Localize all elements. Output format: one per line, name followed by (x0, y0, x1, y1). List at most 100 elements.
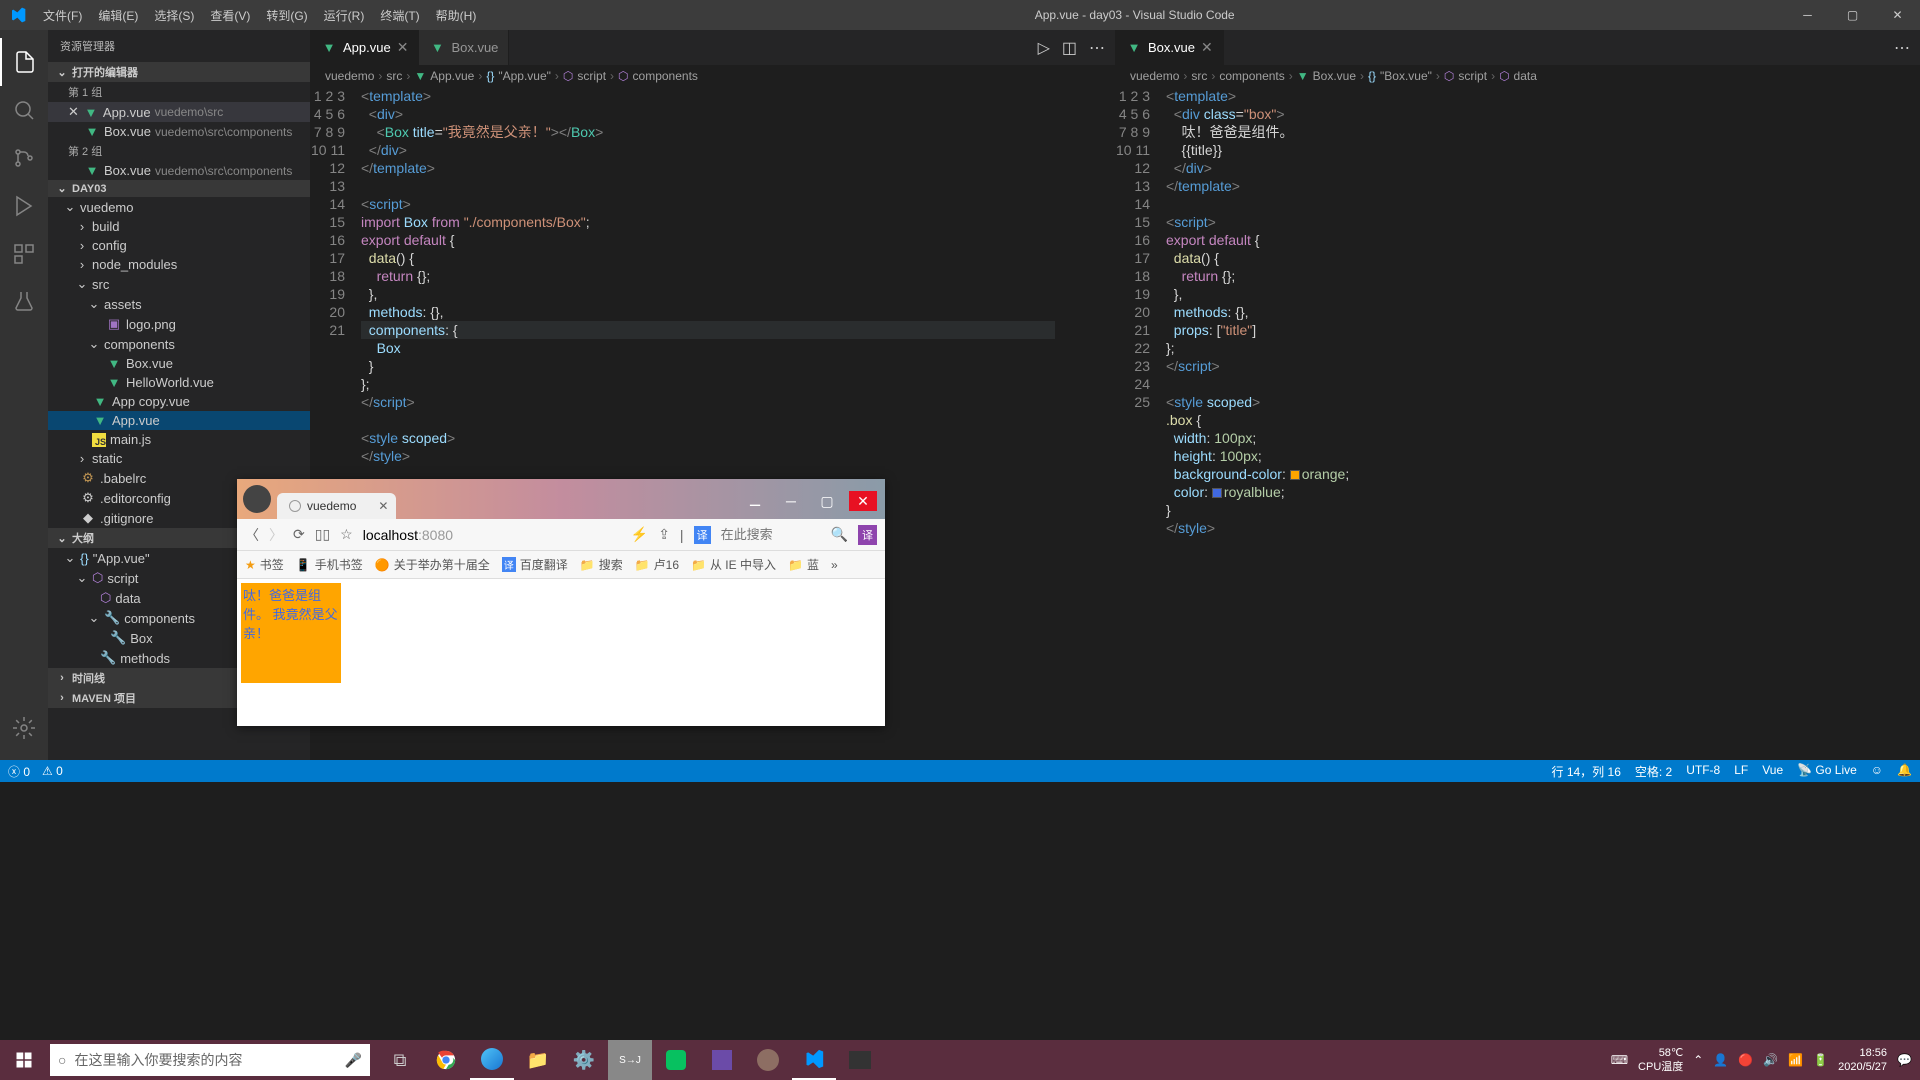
source-control-icon[interactable] (0, 134, 48, 182)
menu-terminal[interactable]: 终端(T) (372, 7, 427, 24)
menu-go[interactable]: 转到(G) (258, 7, 315, 24)
file-main-js[interactable]: JSmain.js (48, 430, 310, 449)
menu-selection[interactable]: 选择(S) (146, 7, 202, 24)
more-icon[interactable]: ⋯ (1894, 38, 1910, 58)
status-language[interactable]: Vue (1762, 763, 1783, 780)
menu-view[interactable]: 查看(V) (202, 7, 258, 24)
mic-icon[interactable]: 🎤 (345, 1052, 362, 1069)
taskbar-app1-icon[interactable]: S→J (608, 1040, 652, 1080)
share-icon[interactable]: ⇪ (658, 526, 670, 543)
browser-favorite-icon[interactable]: ☆ (340, 526, 353, 543)
bookmark-search[interactable]: 📁搜索 (580, 556, 623, 573)
bookmark-lu16[interactable]: 📁卢16 (635, 556, 679, 573)
menu-file[interactable]: 文件(F) (35, 7, 90, 24)
browser-url[interactable]: localhost:8080 (363, 527, 621, 543)
file-app-copy-vue[interactable]: ▼App copy.vue (48, 392, 310, 411)
start-button[interactable] (0, 1040, 48, 1080)
bookmark-blue[interactable]: 📁蓝 (788, 556, 819, 573)
bookmark-contest[interactable]: 🟠关于举办第十届全 (375, 556, 490, 573)
tab-box-vue-2[interactable]: ▼Box.vue✕ (1116, 30, 1224, 65)
taskbar-wechat-icon[interactable] (654, 1040, 698, 1080)
task-view-icon[interactable]: ⧉ (378, 1040, 422, 1080)
explorer-icon[interactable] (0, 38, 48, 86)
tray-temp[interactable]: 58℃CPU温度 (1638, 1046, 1683, 1074)
maximize-button[interactable]: ▢ (1830, 0, 1875, 30)
close-icon[interactable]: ✕ (397, 39, 409, 56)
menu-edit[interactable]: 编辑(E) (90, 7, 146, 24)
folder-node-modules[interactable]: ›node_modules (48, 255, 310, 274)
browser-reading-icon[interactable]: ▯▯ (315, 526, 330, 543)
folder-src[interactable]: ⌄src (48, 274, 310, 294)
tray-app-icon[interactable]: 🔴 (1738, 1053, 1753, 1067)
breadcrumbs-2[interactable]: vuedemo› src› components› ▼Box.vue› {}"B… (1116, 65, 1920, 87)
split-editor-icon[interactable]: ◫ (1062, 38, 1077, 58)
bookmark-ie-import[interactable]: 📁从 IE 中导入 (691, 556, 776, 573)
browser-avatar[interactable] (243, 485, 271, 513)
browser-reload-icon[interactable]: ⟳ (293, 526, 305, 543)
testing-icon[interactable] (0, 278, 48, 326)
folder-vuedemo[interactable]: ⌄vuedemo (48, 197, 310, 217)
tray-volume-icon[interactable]: 🔊 (1763, 1053, 1778, 1067)
close-icon[interactable]: ✕ (378, 499, 388, 513)
more-icon[interactable]: ⋯ (1089, 38, 1105, 58)
run-debug-icon[interactable] (0, 182, 48, 230)
close-icon[interactable]: ✕ (1201, 39, 1213, 56)
code-editor-2[interactable]: 1 2 3 4 5 6 7 8 9 10 11 12 13 14 15 16 1… (1116, 87, 1920, 760)
taskbar-search[interactable]: ○ 在这里输入你要搜索的内容 🎤 (50, 1044, 370, 1076)
search-icon[interactable] (0, 86, 48, 134)
tray-keyboard-icon[interactable]: ⌨ (1611, 1053, 1628, 1067)
bookmark-baidu[interactable]: 译百度翻译 (502, 556, 568, 573)
file-box-vue[interactable]: ▼Box.vue (48, 354, 310, 373)
translate-badge-icon[interactable]: 译 (858, 525, 877, 545)
taskbar-chrome-icon[interactable] (424, 1040, 468, 1080)
folder-build[interactable]: ›build (48, 217, 310, 236)
search-icon[interactable]: 🔍 (831, 526, 848, 543)
taskbar-avatar-icon[interactable] (746, 1040, 790, 1080)
project-header[interactable]: ⌄DAY03 (48, 180, 310, 197)
browser-maximize[interactable]: ▢ (813, 491, 841, 511)
browser-forward-icon[interactable]: 〉 (269, 525, 283, 545)
bookmark-mobile[interactable]: 📱手机书签 (296, 556, 363, 573)
bookmark-overflow-icon[interactable]: » (831, 558, 838, 572)
minimap[interactable] (1860, 87, 1920, 760)
status-encoding[interactable]: UTF-8 (1686, 763, 1720, 780)
folder-static[interactable]: ›static (48, 449, 310, 468)
file-app-vue[interactable]: ▼App.vue (48, 411, 310, 430)
open-editor-box-vue-2[interactable]: ▼Box.vuevuedemo\src\components (48, 161, 310, 180)
status-eol[interactable]: LF (1734, 763, 1748, 780)
taskbar-explorer-icon[interactable]: 📁 (516, 1040, 560, 1080)
status-feedback-icon[interactable]: ☺ (1871, 763, 1883, 780)
tray-wifi-icon[interactable]: 📶 (1788, 1053, 1803, 1067)
browser-minimize[interactable]: ─ (777, 491, 805, 511)
extensions-icon[interactable] (0, 230, 48, 278)
bookmark-star[interactable]: ★书签 (245, 556, 284, 573)
status-bell-icon[interactable]: 🔔 (1897, 763, 1912, 780)
status-golive[interactable]: 📡 Go Live (1797, 763, 1857, 780)
open-editor-app-vue[interactable]: ✕▼App.vuevuedemo\src (48, 102, 310, 122)
menu-help[interactable]: 帮助(H) (428, 7, 485, 24)
breadcrumbs-1[interactable]: vuedemo› src› ▼App.vue› {}"App.vue"› ⬡sc… (311, 65, 1115, 87)
tray-chevron-icon[interactable]: ⌃ (1693, 1053, 1703, 1067)
taskbar-app2-icon[interactable] (700, 1040, 744, 1080)
translate-icon[interactable]: 译 (694, 526, 711, 544)
status-cursor[interactable]: 行 14，列 16 (1552, 763, 1621, 780)
minimap[interactable] (1055, 87, 1115, 760)
tray-battery-icon[interactable]: 🔋 (1813, 1053, 1828, 1067)
taskbar-terminal-icon[interactable] (838, 1040, 882, 1080)
folder-config[interactable]: ›config (48, 236, 310, 255)
browser-back-icon[interactable]: 〈 (245, 525, 259, 545)
file-logo-png[interactable]: ▣logo.png (48, 314, 310, 334)
taskbar-settings-icon[interactable]: ⚙️ (562, 1040, 606, 1080)
lightning-icon[interactable]: ⚡ (631, 526, 648, 543)
browser-close[interactable]: ✕ (849, 491, 877, 511)
file-helloworld-vue[interactable]: ▼HelloWorld.vue (48, 373, 310, 392)
tab-app-vue[interactable]: ▼App.vue✕ (311, 30, 419, 65)
run-icon[interactable]: ▷ (1038, 38, 1050, 58)
menu-run[interactable]: 运行(R) (316, 7, 373, 24)
folder-components[interactable]: ⌄components (48, 334, 310, 354)
tray-people-icon[interactable]: 👤 (1713, 1053, 1728, 1067)
browser-pin-icon[interactable]: ⚊ (741, 491, 769, 511)
status-warnings[interactable]: ⚠ 0 (42, 764, 63, 778)
browser-tab[interactable]: vuedemo ✕ (277, 493, 396, 519)
tray-notification-icon[interactable]: 💬 (1897, 1053, 1912, 1067)
